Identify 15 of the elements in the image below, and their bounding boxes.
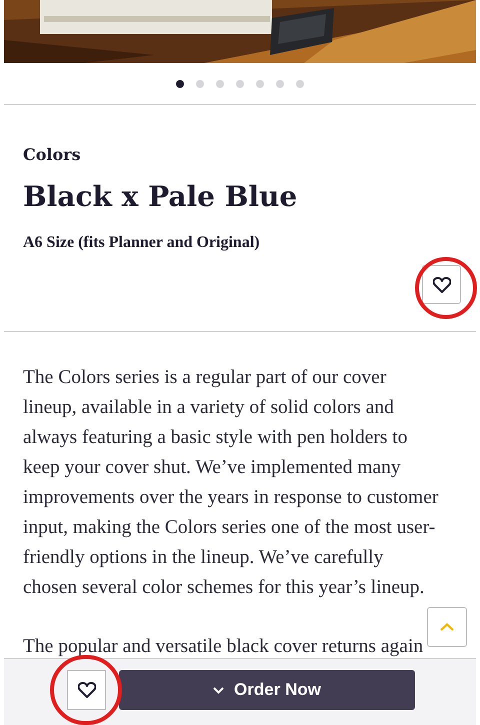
heart-icon — [78, 682, 96, 698]
description-paragraph: The popular and versatile black cover returns again — [23, 637, 424, 657]
size-label: A6 Size (fits Planner and Original) — [23, 233, 261, 253]
series-label: Colors — [23, 144, 82, 166]
chevron-down-icon — [213, 686, 224, 694]
order-button[interactable]: Order Now — [119, 670, 415, 710]
description-paragraph: The Colors series is a regular part of our cover lineup, available in a variety of solid colors and always featuring a basic style with pen holders to keep your cover shut. We’ve implemented many improvements over the years in response to customer input, making the Colors series one of the most user-friendly options in the lineup. We’ve carefully chosen several color schemes for this year’s lineup. — [23, 366, 440, 600]
caret-up-icon — [440, 623, 454, 631]
favorite-button[interactable] — [67, 670, 106, 710]
highlight-ring — [50, 655, 122, 725]
heart-icon — [432, 276, 450, 292]
scroll-top-button[interactable] — [427, 607, 467, 647]
highlight-ring — [415, 257, 477, 319]
favorite-button[interactable] — [422, 265, 461, 304]
product-title: Black x Pale Blue — [23, 179, 298, 215]
